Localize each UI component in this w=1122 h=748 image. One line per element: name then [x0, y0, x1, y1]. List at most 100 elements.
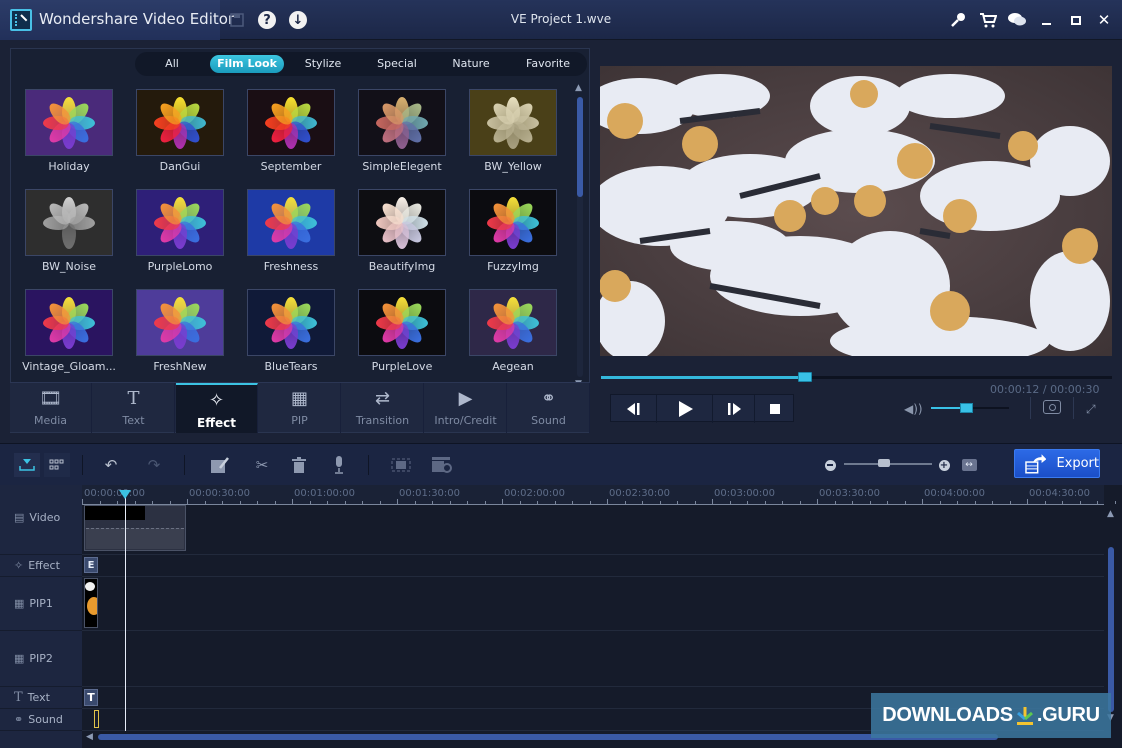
- category-tab-all[interactable]: All: [157, 55, 187, 73]
- scrollbar-thumb[interactable]: [1108, 547, 1114, 712]
- next-frame-button[interactable]: [713, 395, 755, 423]
- tab-effect[interactable]: ✧ Effect: [176, 383, 258, 433]
- sound-clip[interactable]: [94, 710, 99, 728]
- tab-intro-credit[interactable]: ▶ Intro/Credit: [425, 383, 507, 433]
- video-clip[interactable]: [84, 505, 186, 551]
- category-tab-stylize[interactable]: Stylize: [303, 55, 343, 73]
- track-header-video[interactable]: ▤ Video: [0, 505, 82, 555]
- scrollbar-thumb[interactable]: [98, 734, 998, 740]
- effect-item[interactable]: September: [245, 87, 337, 183]
- downloads-guru-watermark: DOWNLOADS .GURU: [871, 693, 1111, 738]
- track-header-pip2[interactable]: ▦ PIP2: [0, 631, 82, 687]
- fullscreen-icon[interactable]: ⤢: [1086, 402, 1096, 417]
- close-icon[interactable]: ✕: [1094, 10, 1114, 30]
- volume-slider[interactable]: [931, 403, 1009, 413]
- category-tab-favorite[interactable]: Favorite: [523, 55, 573, 73]
- effect-clip[interactable]: E: [84, 557, 98, 573]
- effect-item[interactable]: Holiday: [23, 87, 115, 183]
- track-header-sound[interactable]: ⚭ Sound: [0, 709, 82, 731]
- download-icon[interactable]: ↓: [288, 10, 308, 30]
- delete-button[interactable]: [288, 455, 310, 475]
- crop-button[interactable]: [390, 455, 412, 475]
- playhead-handle[interactable]: [119, 490, 131, 499]
- cart-icon[interactable]: [978, 10, 998, 30]
- undo-icon: ↶: [104, 456, 118, 474]
- maximize-icon[interactable]: [1066, 10, 1086, 30]
- chat-icon[interactable]: [1007, 10, 1027, 30]
- effect-item[interactable]: Freshness: [245, 187, 337, 283]
- timeline-zoom-slider[interactable]: [844, 459, 932, 467]
- zoom-handle[interactable]: [877, 459, 890, 467]
- effects-library-panel: All Film Look Stylize Special Nature Favorite…: [10, 48, 590, 433]
- scroll-up-icon[interactable]: ▲: [1107, 509, 1114, 519]
- tab-sound[interactable]: ⚭ Sound: [508, 383, 590, 433]
- tab-transition[interactable]: ⇄ Transition: [342, 383, 424, 433]
- zoom-out-button[interactable]: [823, 455, 837, 475]
- track-lane-effect[interactable]: [82, 555, 1104, 577]
- category-tab-nature[interactable]: Nature: [449, 55, 493, 73]
- effect-item[interactable]: DanGui: [134, 87, 226, 183]
- fit-timeline-button[interactable]: ↔: [960, 455, 978, 475]
- effects-scrollbar[interactable]: ▲ ▼: [575, 83, 583, 389]
- undo-button[interactable]: ↶: [100, 455, 122, 475]
- storyboard-view-button[interactable]: [44, 453, 70, 477]
- effect-item[interactable]: BlueTears: [245, 287, 337, 383]
- category-tab-film-look[interactable]: Film Look: [210, 55, 284, 73]
- effect-item[interactable]: Vintage_Gloam...: [22, 287, 116, 383]
- tab-pip[interactable]: ▦ PIP: [259, 383, 341, 433]
- category-tab-special[interactable]: Special: [375, 55, 419, 73]
- export-button[interactable]: Export: [1014, 449, 1100, 478]
- effect-item[interactable]: BW_Noise: [23, 187, 115, 283]
- playback-progress-slider[interactable]: [601, 372, 1112, 382]
- effect-item[interactable]: Aegean: [467, 287, 559, 383]
- scrollbar-thumb[interactable]: [577, 97, 583, 197]
- track-header-text[interactable]: T Text: [0, 687, 82, 709]
- minimize-icon[interactable]: [1036, 10, 1056, 30]
- effect-item[interactable]: FuzzyImg: [467, 187, 559, 283]
- tab-text[interactable]: T Text: [93, 383, 175, 433]
- settings-button[interactable]: [431, 455, 453, 475]
- prev-frame-button[interactable]: [611, 395, 657, 423]
- volume-icon[interactable]: ◀)): [904, 402, 923, 416]
- edit-clip-icon: [211, 457, 229, 473]
- save-icon[interactable]: [227, 10, 247, 30]
- key-icon[interactable]: [948, 10, 968, 30]
- ruler-tick: [712, 499, 713, 504]
- record-voice-button[interactable]: [328, 455, 350, 475]
- edit-clip-button[interactable]: [209, 455, 231, 475]
- track-lane-video[interactable]: [82, 505, 1104, 555]
- scroll-left-icon[interactable]: ◀: [86, 732, 93, 742]
- effect-item[interactable]: SimpleElegent: [356, 87, 448, 183]
- ruler-tick: [747, 501, 748, 504]
- stop-button[interactable]: [755, 395, 795, 423]
- text-clip[interactable]: T: [84, 689, 98, 706]
- help-icon[interactable]: ?: [257, 10, 277, 30]
- track-header-effect[interactable]: ✧ Effect: [0, 555, 82, 577]
- track-lane-pip1[interactable]: [82, 577, 1104, 631]
- volume-handle[interactable]: [960, 403, 974, 413]
- scroll-up-icon[interactable]: ▲: [575, 83, 582, 93]
- time-ruler[interactable]: 00:00:00:00 00:00:30:00 00:01:00:00 00:01:3…: [82, 485, 1116, 505]
- effect-name: PurpleLove: [371, 360, 433, 373]
- effect-item[interactable]: FreshNew: [134, 287, 226, 383]
- redo-button[interactable]: ↷: [143, 455, 165, 475]
- pip-clip[interactable]: [84, 578, 98, 628]
- tab-media[interactable]: 🎞 Media: [10, 383, 92, 433]
- progress-handle[interactable]: [798, 372, 813, 382]
- cut-button[interactable]: ✂: [251, 455, 273, 475]
- effect-item[interactable]: PurpleLomo: [134, 187, 226, 283]
- track-lane-pip2[interactable]: [82, 631, 1104, 687]
- timeline-view-button[interactable]: [14, 453, 40, 477]
- play-button[interactable]: [657, 395, 713, 423]
- flower-preview-icon: [43, 196, 95, 249]
- effect-item[interactable]: BW_Yellow: [467, 87, 559, 183]
- zoom-in-button[interactable]: +: [937, 455, 951, 475]
- timeline-toolbar: ↶ ↷ ✂ + ↔: [0, 443, 1122, 485]
- flower-preview-icon: [487, 296, 539, 349]
- flower-preview-icon: [43, 296, 95, 349]
- track-header-pip1[interactable]: ▦ PIP1: [0, 577, 82, 631]
- video-preview[interactable]: [600, 66, 1112, 356]
- effect-item[interactable]: BeautifyImg: [356, 187, 448, 283]
- snapshot-camera-icon[interactable]: [1043, 400, 1061, 414]
- effect-item[interactable]: PurpleLove: [356, 287, 448, 383]
